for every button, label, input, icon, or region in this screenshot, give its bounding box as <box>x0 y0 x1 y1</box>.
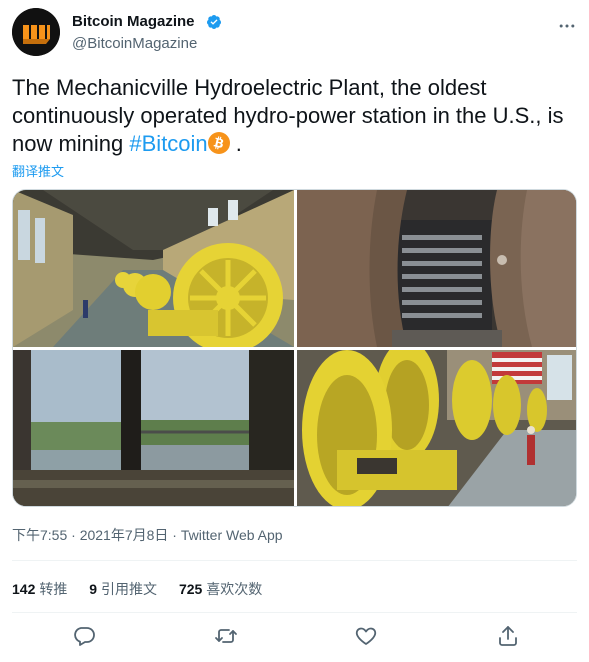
media-grid <box>12 189 577 507</box>
quotes-stat[interactable]: 9 引用推文 <box>89 579 157 599</box>
photo-4[interactable] <box>297 350 576 506</box>
avatar[interactable] <box>12 8 60 56</box>
verified-badge-icon <box>206 15 221 29</box>
reply-icon[interactable] <box>72 624 96 648</box>
powerhouse-generators-photo <box>13 190 294 347</box>
tweet-text-end: . <box>229 131 242 156</box>
engagement-stats: 142 转推 9 引用推文 725 喜欢次数 <box>12 579 280 599</box>
like-heart-icon[interactable] <box>354 624 378 648</box>
tweet-text: The Mechanicville Hydroelectric Plant, t… <box>12 74 577 158</box>
river-window-view-photo <box>13 350 294 506</box>
retweet-icon[interactable] <box>214 624 238 648</box>
yellow-turbines-photo <box>297 350 576 506</box>
tweet-time[interactable]: 下午7:55 <box>12 527 67 543</box>
meta-separator-2: · <box>168 527 181 543</box>
translate-tweet-link[interactable]: 翻译推文 <box>12 161 64 180</box>
handle[interactable]: @BitcoinMagazine <box>72 35 197 52</box>
retweets-label: 转推 <box>39 581 68 597</box>
quotes-label: 引用推文 <box>101 581 158 597</box>
bitcoin-magazine-logo-icon <box>12 8 60 56</box>
bitcoin-emoji-icon <box>207 132 230 154</box>
timestamp-row: 下午7:55 · 2021年7月8日 · Twitter Web App <box>12 525 283 545</box>
share-icon[interactable] <box>496 624 520 648</box>
quotes-count: 9 <box>89 581 98 597</box>
divider <box>12 612 577 613</box>
photo-1[interactable] <box>13 190 294 347</box>
tweet-date[interactable]: 2021年7月8日 <box>80 527 169 543</box>
retweets-stat[interactable]: 142 转推 <box>12 579 67 599</box>
tweet-source[interactable]: Twitter Web App <box>181 527 283 543</box>
display-name[interactable]: Bitcoin Magazine <box>72 13 195 30</box>
meta-separator: · <box>67 527 80 543</box>
photo-3[interactable] <box>13 350 294 506</box>
likes-count: 725 <box>178 581 203 597</box>
divider <box>12 560 577 561</box>
retweets-count: 142 <box>12 581 36 597</box>
tweet-text-body: The Mechanicville Hydroelectric Plant, t… <box>12 75 564 156</box>
photo-2[interactable] <box>297 190 576 347</box>
tweet-header: Bitcoin Magazine @BitcoinMagazine <box>12 8 577 58</box>
action-bar <box>12 622 577 652</box>
mining-rigs-photo <box>297 190 576 347</box>
more-options-icon[interactable] <box>557 16 577 36</box>
likes-stat[interactable]: 725 喜欢次数 <box>179 579 262 599</box>
hashtag-link[interactable]: #Bitcoin <box>129 131 207 156</box>
likes-label: 喜欢次数 <box>206 581 263 597</box>
